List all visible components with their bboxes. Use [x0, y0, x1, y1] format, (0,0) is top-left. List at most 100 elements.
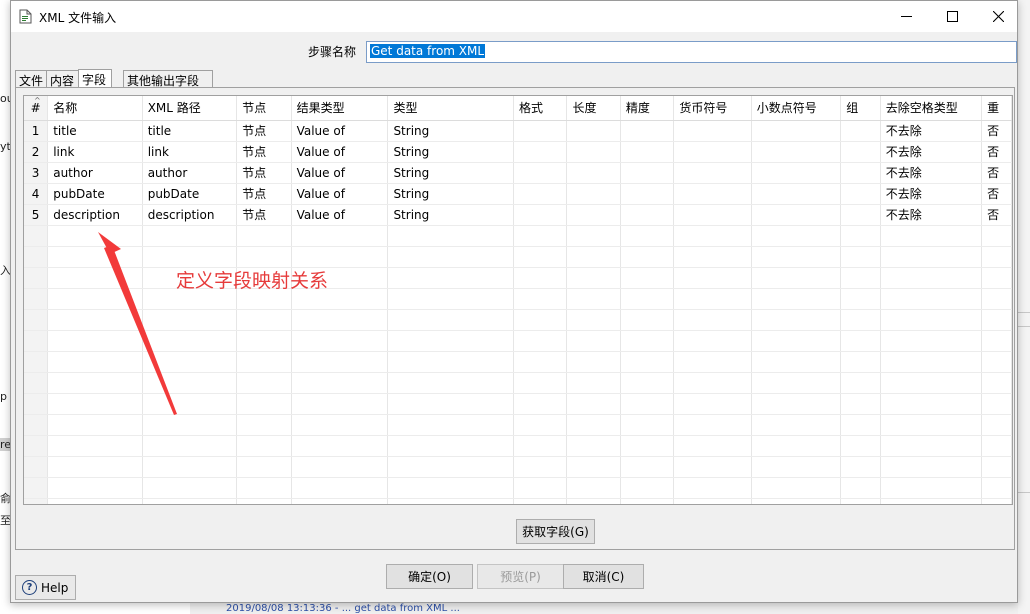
column-header[interactable]: 组 [840, 96, 881, 121]
table-cell[interactable] [566, 120, 621, 142]
table-cell[interactable] [566, 309, 621, 331]
table-cell[interactable] [840, 183, 881, 205]
table-cell[interactable]: 节点 [236, 120, 292, 142]
table-cell[interactable] [566, 393, 621, 415]
table-cell[interactable] [981, 477, 1012, 499]
table-cell[interactable] [981, 372, 1012, 394]
table-cell[interactable] [236, 330, 292, 352]
table-cell[interactable] [291, 225, 389, 247]
table-cell[interactable] [513, 393, 568, 415]
table-cell[interactable] [387, 267, 515, 289]
table-cell[interactable] [24, 372, 49, 394]
table-row[interactable]: 1 title title 节点 Value of String 不去除否 [24, 120, 1012, 142]
table-row[interactable] [24, 267, 1012, 289]
table-cell[interactable] [142, 309, 238, 331]
table-cell[interactable] [291, 414, 389, 436]
table-cell[interactable] [620, 435, 675, 457]
table-cell[interactable]: 节点 [236, 141, 292, 163]
table-cell[interactable] [673, 204, 752, 226]
table-cell[interactable] [47, 330, 143, 352]
table-cell[interactable] [673, 162, 752, 184]
table-cell[interactable]: 1 [24, 120, 49, 142]
table-cell[interactable]: 不去除 [880, 141, 983, 163]
table-cell[interactable] [142, 225, 238, 247]
table-cell[interactable] [387, 414, 515, 436]
table-cell[interactable] [513, 477, 568, 499]
table-cell[interactable] [620, 393, 675, 415]
table-cell[interactable] [751, 372, 842, 394]
table-cell[interactable] [840, 288, 881, 310]
table-cell[interactable] [840, 162, 881, 184]
table-cell[interactable] [751, 120, 842, 142]
table-row[interactable] [24, 309, 1012, 331]
table-cell[interactable] [291, 351, 389, 373]
table-cell[interactable]: title [142, 120, 238, 142]
table-cell[interactable] [236, 435, 292, 457]
table-cell[interactable] [981, 393, 1012, 415]
table-cell[interactable] [880, 372, 983, 394]
table-cell[interactable] [387, 435, 515, 457]
table-cell[interactable] [513, 351, 568, 373]
table-cell[interactable] [620, 351, 675, 373]
step-name-input[interactable]: Get data from XML [366, 41, 1017, 63]
column-header[interactable]: 重 [981, 96, 1012, 121]
table-cell[interactable] [751, 393, 842, 415]
close-button[interactable] [975, 1, 1021, 32]
table-cell[interactable] [513, 246, 568, 268]
table-cell[interactable] [840, 141, 881, 163]
table-cell[interactable] [880, 309, 983, 331]
table-cell[interactable] [981, 225, 1012, 247]
table-cell[interactable] [566, 141, 621, 163]
table-cell[interactable] [620, 288, 675, 310]
table-cell[interactable] [47, 351, 143, 373]
table-cell[interactable]: pubDate [47, 183, 143, 205]
table-cell[interactable] [751, 477, 842, 499]
table-cell[interactable] [24, 414, 49, 436]
table-cell[interactable] [673, 288, 752, 310]
table-cell[interactable] [24, 225, 49, 247]
table-cell[interactable] [751, 246, 842, 268]
tab-fields[interactable]: 字段 [78, 69, 112, 89]
table-cell[interactable] [24, 393, 49, 415]
table-cell[interactable] [673, 225, 752, 247]
table-row[interactable] [24, 288, 1012, 310]
table-cell[interactable] [47, 414, 143, 436]
table-cell[interactable] [880, 267, 983, 289]
table-cell[interactable] [840, 225, 881, 247]
table-cell[interactable] [513, 330, 568, 352]
table-row[interactable]: 4 pubDate pubDate 节点 Value of String 不去除否 [24, 183, 1012, 205]
table-cell[interactable]: author [47, 162, 143, 184]
table-cell[interactable] [840, 246, 881, 268]
table-cell[interactable] [751, 351, 842, 373]
table-cell[interactable] [24, 435, 49, 457]
table-cell[interactable] [840, 435, 881, 457]
table-cell[interactable] [840, 393, 881, 415]
table-cell[interactable] [981, 330, 1012, 352]
table-cell[interactable]: Value of [291, 162, 389, 184]
table-cell[interactable] [566, 162, 621, 184]
table-cell[interactable] [673, 183, 752, 205]
table-cell[interactable] [673, 477, 752, 499]
table-cell[interactable] [880, 435, 983, 457]
column-header[interactable]: 去除空格类型 [880, 96, 983, 121]
table-cell[interactable] [840, 456, 881, 478]
table-cell[interactable]: 不去除 [880, 120, 983, 142]
table-cell[interactable] [620, 183, 675, 205]
table-cell[interactable] [513, 267, 568, 289]
table-cell[interactable]: 2 [24, 141, 49, 163]
table-cell[interactable] [751, 414, 842, 436]
table-cell[interactable] [513, 288, 568, 310]
table-cell[interactable]: 否 [981, 183, 1012, 205]
table-cell[interactable]: Value of [291, 141, 389, 163]
table-cell[interactable]: String [387, 204, 515, 226]
table-row[interactable] [24, 246, 1012, 268]
column-header[interactable]: XML 路径 [142, 96, 238, 121]
table-cell[interactable] [47, 288, 143, 310]
table-cell[interactable] [566, 351, 621, 373]
table-cell[interactable] [880, 351, 983, 373]
table-cell[interactable]: 5 [24, 204, 49, 226]
cancel-button[interactable]: 取消(C) [563, 564, 644, 589]
table-row[interactable]: 5 description description 节点 Value of String 不… [24, 204, 1012, 226]
table-cell[interactable] [840, 204, 881, 226]
table-cell[interactable] [142, 414, 238, 436]
